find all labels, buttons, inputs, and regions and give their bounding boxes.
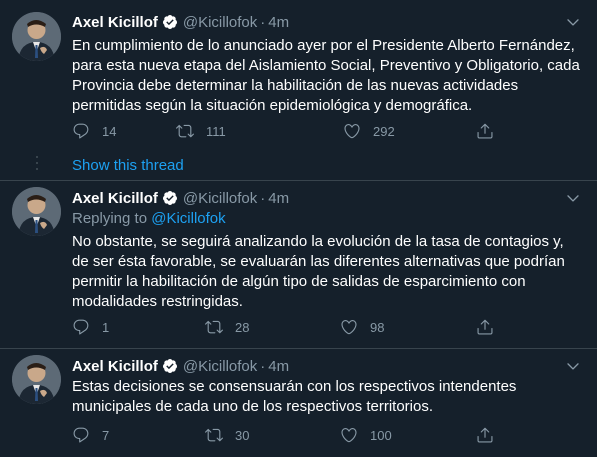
tweet-actions: 7 30 100 xyxy=(72,425,502,445)
chevron-down-icon[interactable] xyxy=(565,358,581,374)
tweet-text: No obstante, se seguirá analizando la ev… xyxy=(72,233,565,310)
show-thread-link[interactable]: Show this thread xyxy=(72,157,184,174)
chevron-down-icon[interactable] xyxy=(565,14,581,30)
retweet-icon xyxy=(176,124,194,138)
reply-button[interactable]: 1 xyxy=(72,317,109,337)
share-button[interactable] xyxy=(476,317,494,337)
avatar-image xyxy=(12,12,61,61)
retweet-count: 28 xyxy=(235,319,250,335)
share-icon xyxy=(477,123,493,139)
author-handle[interactable]: @Kicillofok xyxy=(183,358,257,375)
avatar-image xyxy=(12,187,61,236)
tweet-text: Estas decisiones se consensuarán con los… xyxy=(72,378,517,415)
verified-badge-icon xyxy=(162,359,177,373)
like-button[interactable]: 100 xyxy=(340,425,392,445)
verified-badge-icon xyxy=(162,15,177,29)
timestamp[interactable]: 4m xyxy=(268,358,289,375)
author-handle[interactable]: @Kicillofok xyxy=(183,14,257,31)
share-button[interactable] xyxy=(476,121,494,141)
retweet-button[interactable]: 28 xyxy=(205,317,249,337)
author-name[interactable]: Axel Kicillof xyxy=(72,358,158,375)
reply-count: 14 xyxy=(102,123,117,139)
retweet-icon xyxy=(205,428,223,442)
tweet-text: En cumplimiento de lo anunciado ayer por… xyxy=(72,37,580,114)
avatar[interactable] xyxy=(12,12,61,61)
tweet-header: Axel Kicillof @Kicillofok · 4m xyxy=(72,12,289,32)
author-handle[interactable]: @Kicillofok xyxy=(183,190,257,207)
retweet-button[interactable]: 30 xyxy=(205,425,249,445)
timestamp[interactable]: 4m xyxy=(268,14,289,31)
like-count: 100 xyxy=(370,427,392,443)
tweet[interactable]: Axel Kicillof @Kicillofok · 4m Replying … xyxy=(0,181,597,348)
separator-dot: · xyxy=(260,357,266,375)
thread-line-dot xyxy=(36,162,38,164)
reply-button[interactable]: 14 xyxy=(72,121,116,141)
replying-to-label: Replying to xyxy=(72,210,152,227)
like-count: 98 xyxy=(370,319,385,335)
share-button[interactable] xyxy=(476,425,494,445)
share-icon xyxy=(477,319,493,335)
retweet-button[interactable]: 111 xyxy=(176,121,226,141)
like-button[interactable]: 292 xyxy=(343,121,395,141)
replying-to: Replying to @Kicillofok xyxy=(72,210,226,227)
reply-icon xyxy=(73,427,89,443)
retweet-count: 111 xyxy=(206,123,226,139)
separator-dot: · xyxy=(260,13,266,31)
share-icon xyxy=(477,427,493,443)
tweet-actions: 1 28 98 xyxy=(72,317,502,337)
like-icon xyxy=(341,320,357,335)
separator-dot: · xyxy=(260,189,266,207)
author-name[interactable]: Axel Kicillof xyxy=(72,190,158,207)
like-count: 292 xyxy=(373,123,395,139)
replying-to-handle[interactable]: @Kicillofok xyxy=(151,210,225,227)
tweet-actions: 14 111 292 xyxy=(72,121,502,141)
timestamp[interactable]: 4m xyxy=(268,190,289,207)
retweet-count: 30 xyxy=(235,427,250,443)
like-icon xyxy=(344,124,360,139)
tweet-header: Axel Kicillof @Kicillofok · 4m xyxy=(72,188,289,208)
chevron-down-icon[interactable] xyxy=(565,190,581,206)
reply-icon xyxy=(73,123,89,139)
reply-icon xyxy=(73,319,89,335)
tweet-header: Axel Kicillof @Kicillofok · 4m xyxy=(72,356,289,376)
like-icon xyxy=(341,428,357,443)
reply-count: 7 xyxy=(102,427,110,443)
avatar[interactable] xyxy=(12,355,61,404)
thread-line-dot xyxy=(36,168,38,170)
verified-badge-icon xyxy=(162,191,177,205)
thread-line-dot xyxy=(36,156,38,158)
avatar[interactable] xyxy=(12,187,61,236)
reply-button[interactable]: 7 xyxy=(72,425,109,445)
tweet[interactable]: Axel Kicillof @Kicillofok · 4m En cumpli… xyxy=(0,0,597,180)
tweet[interactable]: Axel Kicillof @Kicillofok · 4m Estas dec… xyxy=(0,349,597,457)
retweet-icon xyxy=(205,320,223,334)
author-name[interactable]: Axel Kicillof xyxy=(72,14,158,31)
like-button[interactable]: 98 xyxy=(340,317,384,337)
avatar-image xyxy=(12,355,61,404)
reply-count: 1 xyxy=(102,319,110,335)
